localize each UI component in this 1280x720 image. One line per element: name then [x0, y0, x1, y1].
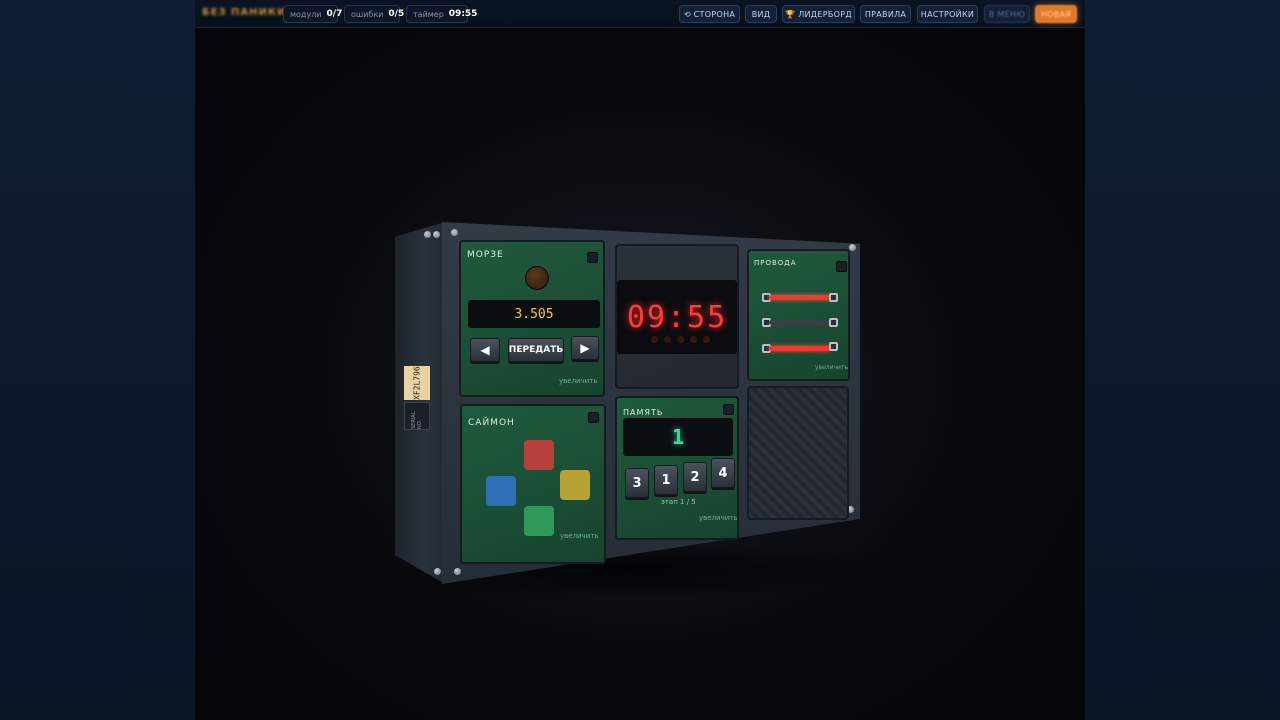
morse-status-led [587, 252, 598, 263]
side-button[interactable]: ⟲ СТОРОНА [679, 5, 740, 23]
stat-timer-label: таймер [413, 9, 444, 19]
empty-module-slot [747, 386, 849, 520]
morse-light-icon [525, 266, 549, 290]
timer-top-panel [619, 248, 735, 278]
wire-terminal-icon [829, 293, 838, 302]
strike-led-icon [703, 336, 710, 343]
strike-led-icon [677, 336, 684, 343]
strike-led-icon [664, 336, 671, 343]
memory-status-led [723, 404, 734, 415]
morse-zoom-link[interactable]: увеличить [559, 377, 598, 385]
morse-module[interactable]: МОРЗЕ 3.505 ◀ ПЕРЕДАТЬ ▶ увеличить [459, 240, 605, 397]
stat-errors-label: ошибки [351, 9, 384, 19]
serial-label: SERIAL NO. [404, 402, 430, 430]
memory-zoom-link[interactable]: увеличить [699, 514, 738, 522]
wires-status-led [836, 261, 847, 272]
memory-key-4[interactable]: 4 [711, 458, 735, 488]
screw-icon [424, 231, 431, 238]
screw-icon [454, 568, 461, 575]
game-logo: БЕЗ ПАНИКИ [202, 7, 287, 18]
morse-left-button[interactable]: ◀ [470, 338, 500, 362]
strike-led-icon [651, 336, 658, 343]
stat-timer-value: 09:55 [448, 9, 478, 19]
wires-zoom-link[interactable]: увеличить [815, 364, 848, 371]
simon-red-button[interactable] [524, 440, 554, 470]
wire-terminal-icon [829, 342, 838, 351]
memory-key-3[interactable]: 2 [683, 462, 707, 492]
memory-display: 1 [623, 418, 733, 456]
stat-timer: таймер 09:55 [406, 5, 477, 23]
memory-module[interactable]: ПАМЯТЬ 1 3 1 2 4 этап 1 / 5 увеличить [615, 396, 739, 540]
new-game-button[interactable]: НОВАЯ [1035, 5, 1077, 23]
wires-module[interactable]: ПРОВОДА увеличить [747, 249, 850, 381]
timer-module: 09:55 [615, 244, 739, 389]
settings-button[interactable]: НАСТРОЙКИ [917, 5, 978, 23]
simon-module[interactable]: САЙМОН увеличить [460, 404, 606, 564]
wire-terminal-icon [829, 318, 838, 327]
memory-title: ПАМЯТЬ [623, 408, 664, 417]
stat-modules-label: модули [290, 9, 322, 19]
strike-led-icon [690, 336, 697, 343]
wire-1[interactable] [769, 295, 831, 300]
morse-transmit-button[interactable]: ПЕРЕДАТЬ [508, 338, 564, 362]
right-backdrop [1085, 0, 1280, 720]
simon-status-led [588, 412, 599, 423]
simon-green-button[interactable] [524, 506, 554, 536]
view-button[interactable]: ВИД [745, 5, 777, 23]
memory-key-2[interactable]: 1 [654, 465, 678, 495]
wire-3[interactable] [769, 346, 831, 351]
left-backdrop [0, 0, 195, 720]
simon-zoom-link[interactable]: увеличить [560, 532, 599, 540]
wire-2[interactable] [769, 320, 831, 325]
memory-stage-label: этап 1 / 5 [661, 498, 696, 506]
leaderboard-button[interactable]: 🏆 ЛИДЕРБОРД [782, 5, 855, 23]
screw-icon [849, 244, 856, 251]
stat-modules-value: 0/7 [326, 9, 343, 19]
simon-blue-button[interactable] [486, 476, 516, 506]
morse-frequency-display: 3.505 [468, 300, 600, 328]
memory-key-1[interactable]: 3 [625, 468, 649, 498]
stat-errors: ошибки 0/5 [344, 5, 404, 23]
screw-icon [433, 231, 440, 238]
menu-button[interactable]: В МЕНЮ [984, 5, 1030, 23]
simon-title: САЙМОН [468, 418, 515, 428]
morse-right-button[interactable]: ▶ [571, 336, 599, 360]
morse-title: МОРЗЕ [467, 250, 504, 260]
rules-button[interactable]: ПРАВИЛА [860, 5, 911, 23]
wires-title: ПРОВОДА [754, 259, 797, 267]
stat-modules: модули 0/7 [283, 5, 342, 23]
screw-icon [451, 229, 458, 236]
strike-indicators [651, 336, 710, 343]
simon-yellow-button[interactable] [560, 470, 590, 500]
stat-errors-value: 0/5 [388, 9, 405, 19]
serial-sticker: XF2L796 [404, 366, 430, 400]
screw-icon [434, 568, 441, 575]
